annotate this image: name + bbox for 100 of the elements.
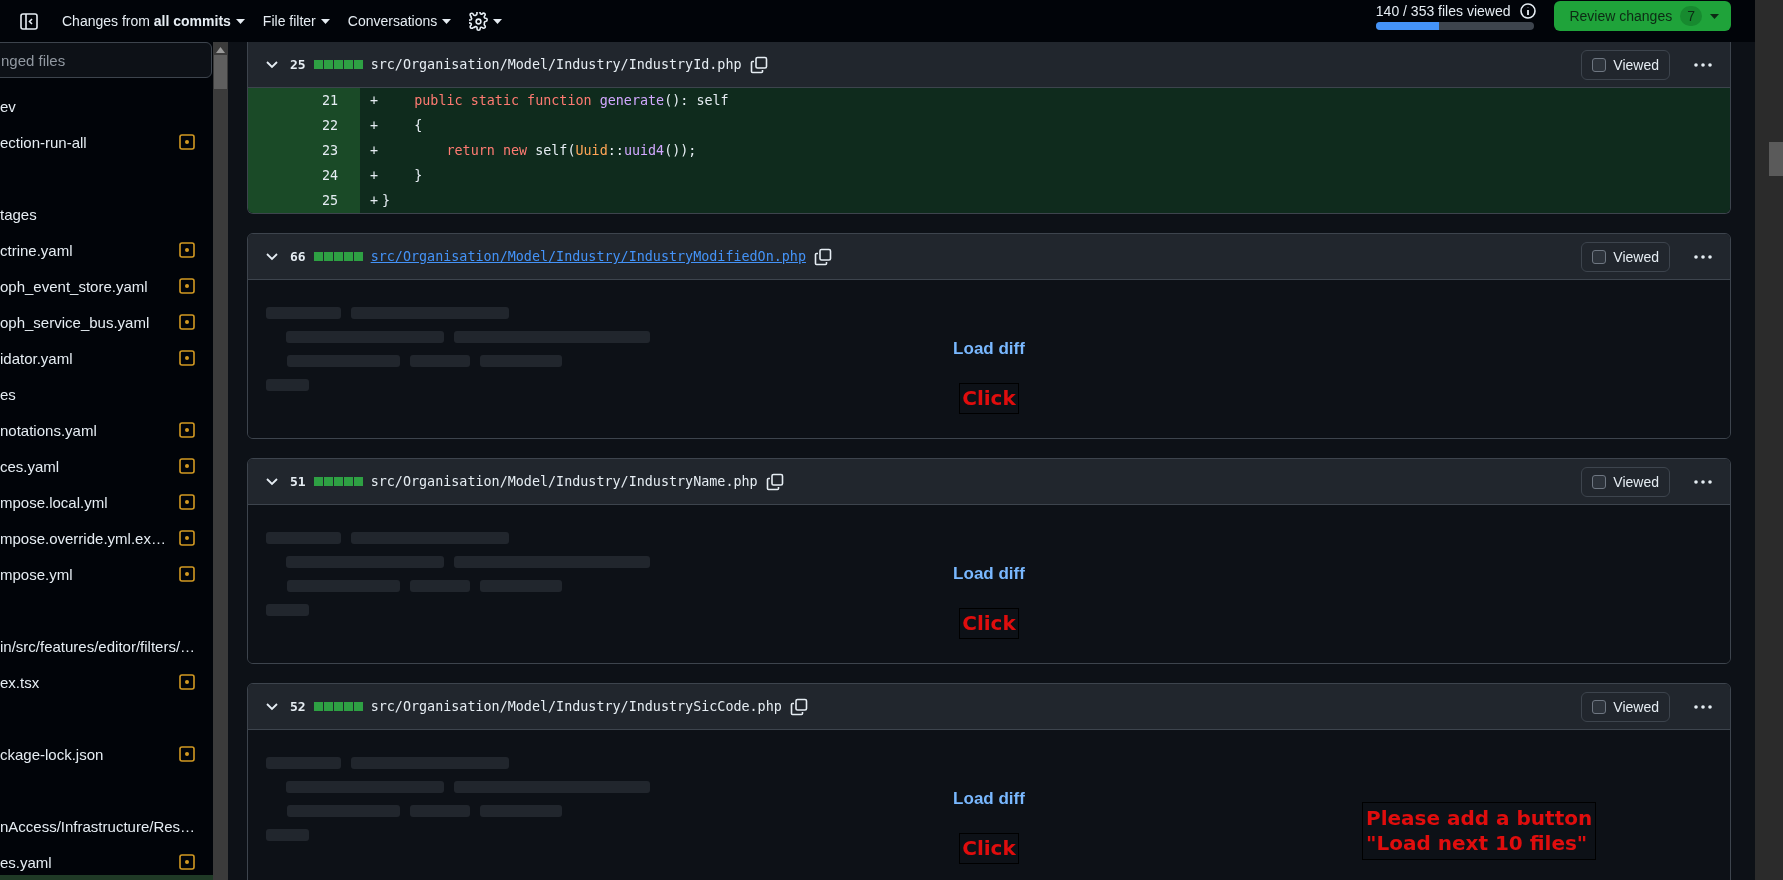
chevron-down-icon[interactable] — [266, 702, 278, 711]
page-scrollbar[interactable] — [1755, 0, 1783, 880]
chevron-down-icon[interactable] — [266, 252, 278, 261]
file-modified-icon — [179, 530, 195, 546]
added-sign: + — [370, 143, 380, 158]
file-item[interactable]: oph_event_store.yaml — [0, 277, 148, 295]
copy-icon[interactable] — [765, 472, 784, 491]
annotation-note: Click — [959, 833, 1019, 864]
code-line: public static function generate(): self — [413, 93, 729, 108]
viewed-checkbox[interactable] — [1592, 699, 1607, 714]
change-count: 25 — [290, 57, 306, 72]
folder-item[interactable]: tages — [0, 205, 37, 223]
annotation-note: Click — [959, 608, 1019, 639]
viewed-button[interactable]: Viewed — [1581, 241, 1670, 272]
file-search-field[interactable]: nged files — [0, 42, 212, 78]
filter-menu[interactable]: File filter — [262, 13, 330, 29]
folder-item[interactable]: nAccess/Infrastructure/Res… — [0, 817, 196, 835]
diffstat-icon — [313, 252, 363, 261]
filter-menu[interactable]: Conversations — [347, 13, 452, 29]
added-sign: + — [370, 118, 380, 133]
chevron-down-icon[interactable] — [266, 477, 278, 486]
file-path-link[interactable]: src/Organisation/Model/Industry/IndustryModifiedOn.php — [370, 249, 806, 264]
code-line: { — [413, 118, 423, 133]
file-modified-icon — [179, 314, 195, 330]
file-modified-icon — [179, 746, 195, 762]
file-modified-icon — [179, 350, 195, 366]
file-modified-icon — [179, 494, 195, 510]
caret-icon — [320, 18, 330, 24]
scroll-up-icon[interactable] — [216, 47, 225, 53]
line-number: 23 — [248, 138, 360, 163]
file-modified-icon — [179, 458, 195, 474]
change-count: 52 — [290, 699, 306, 714]
file-item[interactable]: notations.yaml — [0, 421, 97, 439]
diffstat-icon — [313, 477, 363, 486]
file-item[interactable]: mpose.local.yml — [0, 493, 108, 511]
file-path-link[interactable]: src/Organisation/Model/Industry/IndustryId.php — [370, 57, 742, 72]
added-sign: + — [370, 193, 380, 208]
line-number: 22 — [248, 113, 360, 138]
info-icon[interactable] — [1520, 2, 1537, 19]
sidebar-scrollbar[interactable] — [213, 42, 228, 880]
file-modified-icon — [179, 422, 195, 438]
viewed-button[interactable]: Viewed — [1581, 691, 1670, 722]
chevron-down-icon[interactable] — [266, 60, 278, 69]
annotation-note: Click — [959, 383, 1019, 414]
scrollbar-thumb[interactable] — [1769, 142, 1783, 176]
file-modified-icon — [179, 134, 195, 150]
copy-icon[interactable] — [814, 247, 832, 266]
scrollbar-thumb[interactable] — [214, 55, 227, 89]
file-item[interactable]: ection-run-all — [0, 133, 87, 151]
file-item[interactable]: idator.yaml — [0, 349, 73, 367]
settings-icon — [469, 11, 489, 31]
horizontal-scrollbar[interactable] — [0, 875, 213, 880]
viewed-button[interactable]: Viewed — [1581, 49, 1670, 80]
load-diff-link[interactable]: Load diff — [953, 339, 1025, 359]
review-changes-button[interactable]: Review changes 7 — [1554, 1, 1731, 31]
folder-item[interactable]: ev — [0, 97, 16, 115]
file-item[interactable]: ex.tsx — [0, 673, 40, 691]
file-item[interactable]: ckage-lock.json — [0, 745, 104, 763]
sidebar-toggle-icon[interactable] — [20, 12, 38, 30]
caret-icon — [1710, 13, 1719, 19]
change-count: 51 — [290, 474, 306, 489]
review-count: 7 — [1680, 6, 1702, 26]
files-viewed-label: 140 / 353 files viewed — [1375, 2, 1511, 19]
viewed-checkbox[interactable] — [1592, 474, 1607, 489]
file-modified-icon — [179, 242, 195, 258]
load-diff-link[interactable]: Load diff — [953, 789, 1025, 809]
filter-menu[interactable]: Changes from all commits — [62, 13, 245, 29]
file-path-link[interactable]: src/Organisation/Model/Industry/IndustryName.php — [370, 474, 758, 489]
caret-icon — [442, 18, 452, 24]
line-number: 24 — [248, 163, 360, 188]
file-item[interactable]: ces.yaml — [0, 457, 60, 475]
file-item[interactable]: mpose.override.yml.ex… — [0, 529, 166, 547]
file-path-link[interactable]: src/Organisation/Model/Industry/IndustrySicCode.php — [370, 699, 782, 714]
added-sign: + — [370, 93, 380, 108]
copy-icon[interactable] — [749, 55, 768, 74]
file-item[interactable]: es.yaml — [0, 853, 52, 871]
line-number: 21 — [248, 88, 360, 113]
code-line: } — [413, 168, 423, 183]
folder-item[interactable]: in/src/features/editor/filters/… — [0, 637, 196, 655]
annotation-note: Please add a button "Load next 10 files" — [1362, 802, 1597, 860]
file-item[interactable]: ctrine.yaml — [0, 241, 73, 259]
code-line: return new self(Uuid::uuid4()); — [445, 143, 697, 158]
settings-menu[interactable] — [469, 11, 503, 31]
diffstat-icon — [313, 702, 363, 711]
file-item[interactable]: oph_service_bus.yaml — [0, 313, 150, 331]
change-count: 66 — [290, 249, 306, 264]
file-modified-icon — [179, 854, 195, 870]
code-line: } — [382, 193, 391, 208]
caret-icon — [235, 18, 245, 24]
viewed-checkbox[interactable] — [1592, 57, 1607, 72]
file-modified-icon — [179, 674, 195, 690]
added-sign: + — [370, 168, 380, 183]
viewed-checkbox[interactable] — [1592, 249, 1607, 264]
folder-item[interactable]: es — [0, 385, 16, 403]
load-diff-link[interactable]: Load diff — [953, 564, 1025, 584]
copy-icon[interactable] — [789, 697, 808, 716]
viewed-button[interactable]: Viewed — [1581, 466, 1670, 497]
file-modified-icon — [179, 278, 195, 294]
file-modified-icon — [179, 566, 195, 582]
file-item[interactable]: mpose.yml — [0, 565, 73, 583]
